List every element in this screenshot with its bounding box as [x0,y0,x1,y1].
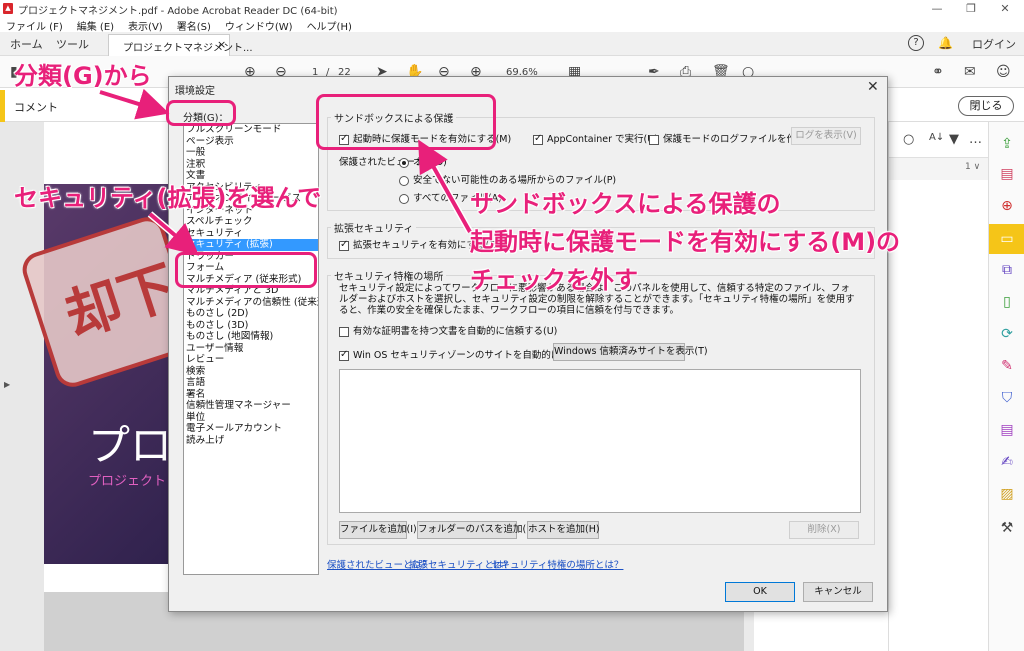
arrow-1 [99,88,170,120]
annotation-arrows [98,88,474,256]
annotation-sandbox-line3: チェックを外す [470,266,639,295]
arrow-3 [418,139,472,233]
annotation-sandbox-line2: 起動時に保護モードを有効にする(M)の [469,228,901,257]
annotation-select-security: セキュリティ(拡張)を選んで [13,184,322,213]
annotation-category: 分類(G)から [14,62,153,91]
arrow-2 [148,212,200,256]
annotation-sandbox-line1: サンドボックスによる保護の [470,190,782,219]
